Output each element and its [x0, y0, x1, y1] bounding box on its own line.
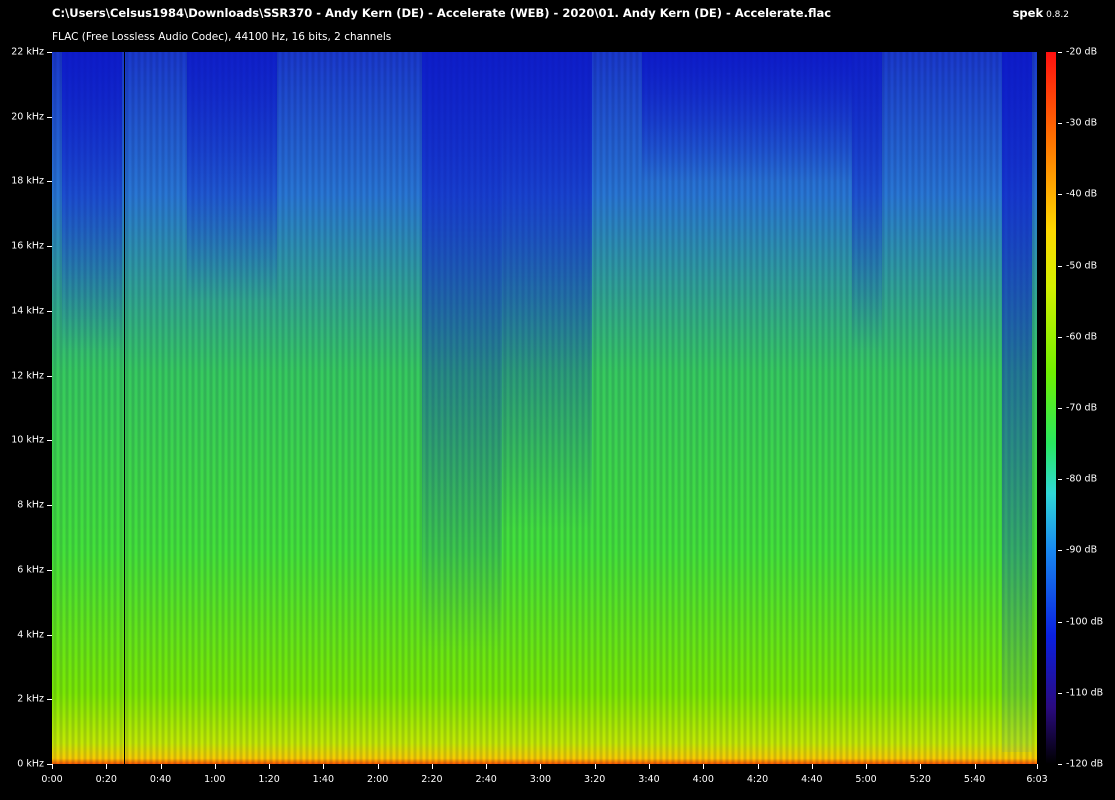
frequency-tick-label: 14 kHz [11, 305, 44, 317]
blue-band-1 [62, 52, 122, 352]
frequency-tick-mark [47, 440, 52, 442]
db-color-scale [1046, 52, 1056, 764]
time-tick-label: 2:40 [475, 774, 497, 785]
app-brand: spek 0.8.2 [1013, 6, 1069, 20]
frequency-tick-mark [47, 181, 52, 183]
db-tick-label: -90 dB [1066, 544, 1098, 556]
frequency-tick-label: 4 kHz [17, 629, 44, 641]
time-tick-label: 3:20 [584, 774, 606, 785]
time-tick-mark [648, 764, 650, 769]
db-tick-mark [1058, 52, 1062, 53]
frequency-tick-mark [47, 246, 52, 248]
db-tick-mark [1058, 408, 1062, 409]
time-tick-mark [703, 764, 705, 769]
time-tick-mark [323, 764, 325, 769]
db-tick-label: -60 dB [1066, 331, 1098, 343]
time-tick-mark [920, 764, 922, 769]
frequency-tick-mark [47, 569, 52, 571]
time-tick-label: 1:40 [312, 774, 335, 785]
time-tick-mark [1037, 764, 1038, 769]
app-version: 0.8.2 [1046, 10, 1069, 20]
time-tick-mark [214, 764, 216, 769]
time-tick-mark [594, 764, 596, 769]
time-tick-label: 3:00 [529, 774, 552, 785]
time-tick-mark [757, 764, 759, 769]
db-tick-label: -40 dB [1066, 188, 1098, 200]
frequency-tick-label: 12 kHz [11, 370, 44, 382]
time-tick-mark [377, 764, 379, 769]
blue-band-7 [1002, 52, 1032, 752]
frequency-tick-label: 18 kHz [11, 175, 44, 187]
frequency-tick-label: 22 kHz [11, 46, 44, 58]
time-tick-label: 1:20 [258, 774, 280, 785]
db-tick-mark [1058, 621, 1062, 623]
db-tick-label: -120 dB [1066, 758, 1104, 770]
time-tick-label: 4:00 [692, 774, 714, 785]
app-name: spek [1012, 6, 1044, 20]
frequency-tick-mark [47, 375, 52, 377]
time-tick-label: 4:20 [746, 774, 769, 785]
db-tick-label: -100 dB [1066, 616, 1104, 628]
time-tick-label: 5:40 [963, 774, 986, 785]
time-tick-label: 4:40 [801, 774, 823, 785]
blue-band-3 [422, 52, 502, 652]
time-tick-label: 2:20 [421, 774, 443, 785]
db-tick-label: -30 dB [1066, 117, 1098, 129]
spectrogram-canvas[interactable] [52, 52, 1037, 764]
time-tick-mark [52, 764, 53, 769]
time-tick-mark [160, 764, 162, 769]
frequency-tick-label: 8 kHz [17, 499, 44, 511]
time-tick-mark [106, 764, 108, 769]
frequency-tick-mark [47, 699, 52, 701]
time-tick-label: 0:20 [95, 774, 117, 785]
time-tick-label: 6:03 [1026, 774, 1048, 785]
time-tick-label: 5:20 [909, 774, 931, 785]
time-tick-mark [540, 764, 542, 769]
db-tick-mark [1058, 123, 1062, 125]
blue-band-5 [642, 52, 852, 182]
file-path-title: C:\Users\Celsus1984\Downloads\SSR370 - A… [52, 6, 832, 20]
time-tick-mark [866, 764, 868, 769]
db-tick-mark [1058, 194, 1062, 196]
blue-band-4 [502, 52, 592, 532]
db-tick-mark [1058, 550, 1062, 552]
frequency-tick-mark [47, 634, 52, 636]
frequency-tick-label: 6 kHz [17, 564, 44, 576]
time-tick-label: 2:00 [366, 774, 389, 785]
silence-line [124, 52, 125, 764]
db-tick-label: -50 dB [1066, 260, 1098, 272]
db-tick-label: -80 dB [1066, 473, 1098, 485]
blue-band-2 [187, 52, 277, 302]
frequency-tick-mark [47, 310, 52, 312]
time-tick-mark [269, 764, 271, 769]
frequency-tick-mark [47, 52, 52, 53]
db-tick-label: -20 dB [1066, 46, 1098, 58]
codec-info: FLAC (Free Lossless Audio Codec), 44100 … [52, 31, 392, 43]
db-tick-label: -70 dB [1066, 402, 1098, 414]
frequency-tick-mark [47, 505, 52, 507]
db-tick-mark [1058, 265, 1062, 267]
db-tick-mark [1058, 336, 1062, 338]
frequency-tick-label: 2 kHz [17, 693, 44, 705]
time-tick-label: 1:00 [204, 774, 226, 785]
db-tick-mark [1058, 479, 1062, 481]
time-tick-mark [974, 764, 976, 769]
frequency-tick-label: 20 kHz [11, 111, 44, 123]
frequency-tick-label: 10 kHz [11, 434, 44, 446]
db-tick-label: -110 dB [1066, 687, 1104, 699]
time-tick-label: 3:40 [638, 774, 660, 785]
time-tick-label: 5:00 [855, 774, 877, 785]
time-tick-mark [431, 764, 433, 769]
time-tick-mark [486, 764, 488, 769]
frequency-tick-label: 16 kHz [11, 240, 44, 252]
time-tick-mark [811, 764, 813, 769]
db-tick-mark [1058, 764, 1062, 765]
db-tick-mark [1058, 692, 1062, 694]
time-tick-label: 0:00 [41, 774, 63, 785]
blue-band-6 [852, 52, 882, 352]
frequency-tick-mark [47, 116, 52, 118]
time-tick-label: 0:40 [149, 774, 172, 785]
frequency-tick-label: 0 kHz [17, 758, 44, 770]
